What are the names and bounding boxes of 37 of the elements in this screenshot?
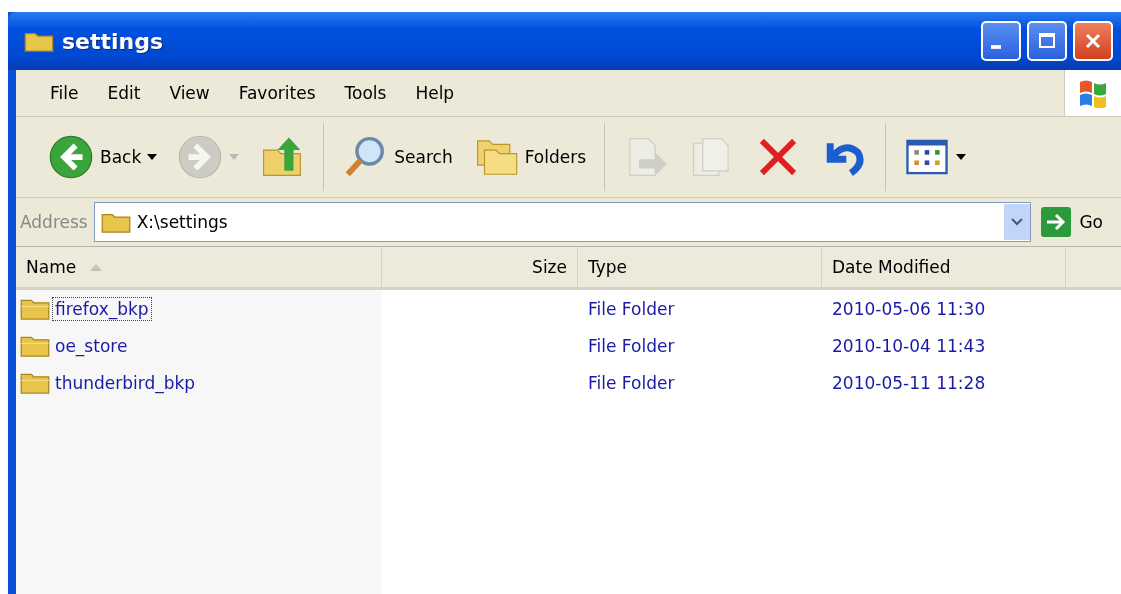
caret-icon xyxy=(147,154,158,160)
back-button[interactable]: Back xyxy=(40,130,166,184)
file-type: File Folder xyxy=(588,335,675,356)
window-title: settings xyxy=(62,28,164,54)
minimize-button[interactable] xyxy=(981,21,1021,61)
caret-icon xyxy=(229,154,240,160)
caret-icon xyxy=(956,154,967,160)
close-icon xyxy=(1083,31,1103,51)
dropdown-button[interactable] xyxy=(1004,204,1031,240)
column-header[interactable]: Name xyxy=(16,247,382,287)
address-label: Address xyxy=(20,212,88,232)
column-header[interactable]: Size xyxy=(382,247,578,287)
column-header[interactable]: Date Modified xyxy=(822,247,1066,287)
search-button[interactable]: Search xyxy=(334,130,461,184)
date-modified: 2010-10-04 11:43 xyxy=(832,335,986,356)
folders-button[interactable]: Folders xyxy=(464,130,595,184)
file-type: File Folder xyxy=(588,298,675,319)
chevron-down-icon xyxy=(1011,218,1024,226)
file-name[interactable]: thunderbird_bkp xyxy=(52,370,199,395)
address-field[interactable]: X:\settings xyxy=(93,202,1032,242)
file-type: File Folder xyxy=(588,372,675,393)
menu-item[interactable]: Tools xyxy=(330,83,402,103)
file-name[interactable]: firefox_bkp xyxy=(52,296,152,321)
date-modified: 2010-05-11 11:28 xyxy=(832,372,986,393)
menu-item[interactable]: File xyxy=(36,83,94,103)
menu-item[interactable]: Favorites xyxy=(224,83,331,103)
menu-item[interactable]: View xyxy=(155,83,225,103)
maximize-button[interactable] xyxy=(1027,21,1067,61)
minimize-icon xyxy=(991,45,1001,49)
date-modified: 2010-05-06 11:30 xyxy=(832,298,986,319)
close-button[interactable] xyxy=(1073,21,1113,61)
file-name[interactable]: oe_store xyxy=(52,333,131,358)
maximize-icon xyxy=(1037,31,1057,51)
menu-item[interactable]: Edit xyxy=(93,83,156,103)
column-header[interactable]: Type xyxy=(578,247,822,287)
menu-item[interactable]: Help xyxy=(401,83,470,103)
go-button[interactable]: Go xyxy=(1037,206,1117,238)
